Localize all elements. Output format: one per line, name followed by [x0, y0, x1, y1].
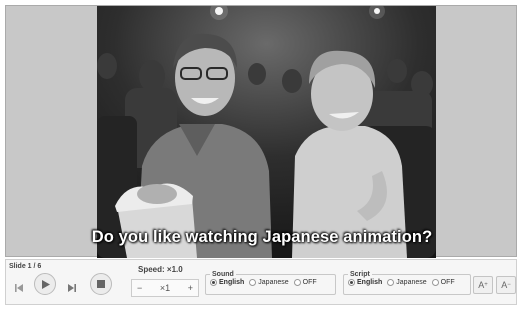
speed-label: Speed: ×1.0: [138, 265, 183, 274]
radio-icon: [293, 279, 301, 286]
sound-options: Sound English Japanese OFF: [205, 271, 336, 295]
stop-icon: [97, 280, 105, 288]
play-button[interactable]: [34, 273, 56, 295]
sound-option-japanese[interactable]: Japanese: [249, 279, 289, 286]
sound-legend: Sound: [212, 271, 234, 278]
script-options: Script English Japanese OFF: [343, 271, 471, 295]
script-option-english[interactable]: English: [348, 279, 382, 286]
play-icon: [41, 279, 50, 289]
video-stage: Do you like watching Japanese animation?: [5, 5, 517, 258]
script-legend: Script: [350, 271, 370, 278]
cinema-photo: [97, 6, 436, 258]
radio-selected-icon: [348, 279, 355, 286]
radio-selected-icon: [210, 279, 217, 286]
stop-button[interactable]: [90, 273, 112, 295]
radio-icon: [431, 279, 439, 286]
script-option-off[interactable]: OFF: [431, 279, 455, 286]
radio-icon: [249, 279, 257, 286]
next-button[interactable]: [65, 281, 79, 295]
radio-icon: [387, 279, 395, 286]
font-decrease-mark: −: [507, 282, 511, 288]
video-subtitle: Do you like watching Japanese animation?: [91, 228, 433, 246]
sound-option-english[interactable]: English: [210, 279, 244, 286]
speed-value: ×1: [159, 283, 171, 293]
player-controls: Slide 1 / 6 Speed: ×1.0 − ×1 + Sound Eng…: [5, 259, 517, 305]
font-increase-mark: +: [484, 282, 488, 288]
sound-option-off[interactable]: OFF: [293, 279, 317, 286]
script-option-japanese[interactable]: Japanese: [387, 279, 427, 286]
slide-counter: Slide 1 / 6: [9, 263, 42, 270]
font-decrease-button[interactable]: A −: [496, 276, 516, 294]
skip-forward-icon: [68, 284, 76, 292]
speed-increase-button[interactable]: +: [188, 283, 193, 293]
cinema-photo-illustration: [97, 6, 436, 258]
speed-stepper: − ×1 +: [131, 279, 199, 297]
speed-decrease-button[interactable]: −: [137, 283, 142, 293]
skip-back-icon: [15, 284, 23, 292]
previous-button[interactable]: [12, 281, 26, 295]
font-increase-button[interactable]: A +: [473, 276, 493, 294]
